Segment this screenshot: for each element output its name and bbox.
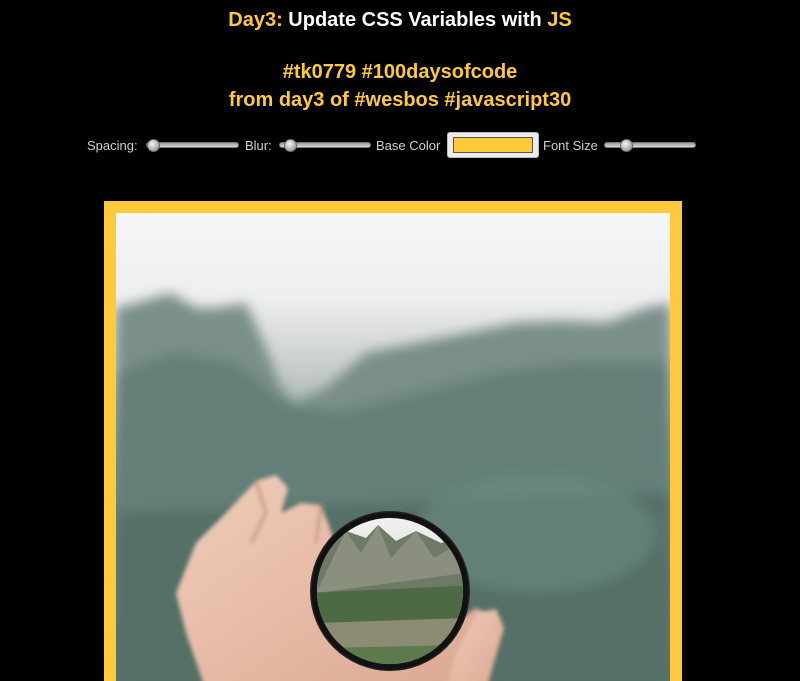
font-size-slider[interactable] — [604, 139, 696, 152]
spacing-slider-thumb[interactable] — [147, 139, 160, 152]
title-main: Update CSS Variables with — [282, 9, 548, 31]
title-js: JS — [547, 9, 572, 31]
day-label: Day3: — [228, 9, 283, 31]
font-size-slider-thumb[interactable] — [620, 139, 634, 152]
subtitle: #tk0779 #100daysofcode from day3 of #wes… — [0, 58, 800, 114]
subtitle-line-source: from day3 of #wesbos #javascript30 — [228, 89, 572, 111]
blur-label: Blur: — [245, 138, 272, 153]
subtitle-line-hashtags: #tk0779 #100daysofcode — [282, 61, 518, 83]
base-color-swatch — [453, 137, 533, 153]
font-size-label: Font Size — [543, 138, 598, 153]
page-title: Day3: Update CSS Variables with JS — [0, 8, 800, 32]
photo-illustration — [116, 293, 670, 681]
blur-slider[interactable] — [279, 139, 371, 152]
base-color-picker[interactable] — [447, 132, 539, 158]
blur-slider-thumb[interactable] — [283, 139, 297, 152]
page: Day3: Update CSS Variables with JS #tk07… — [0, 0, 800, 681]
spacing-slider[interactable] — [146, 139, 239, 152]
photo-hand-holding-lens — [116, 213, 670, 681]
controls-bar: Spacing: Blur: Base Color Font Size — [0, 132, 800, 158]
spacing-label: Spacing: — [87, 138, 138, 153]
image-frame — [104, 201, 682, 681]
base-color-label: Base Color — [376, 138, 441, 153]
